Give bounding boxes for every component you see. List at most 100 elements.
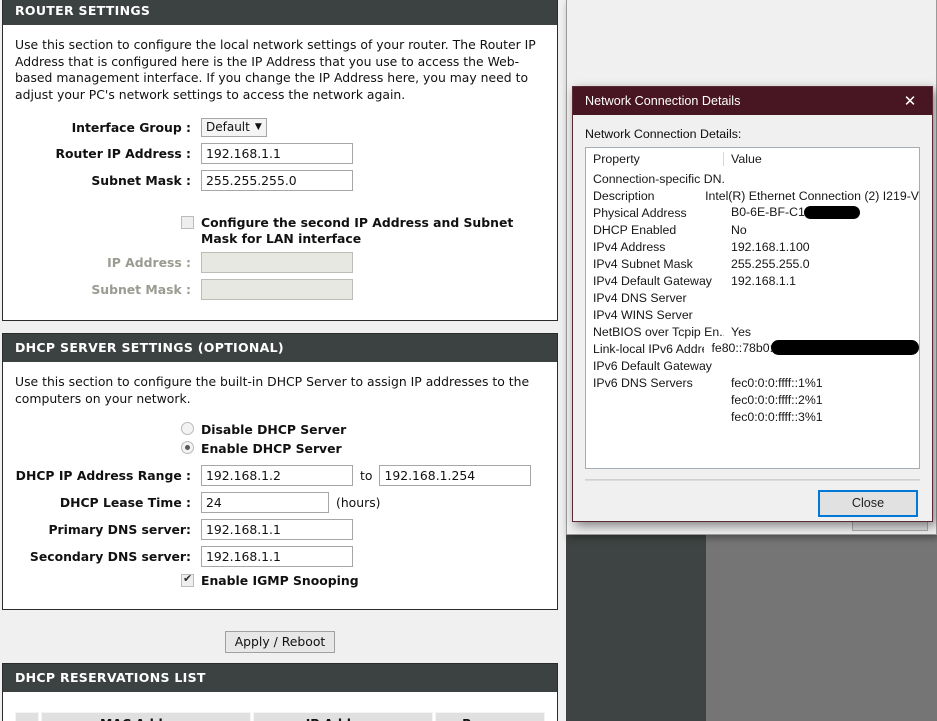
list-item[interactable]: IPv6 Default Gateway bbox=[586, 357, 919, 374]
list-item[interactable]: IPv4 Default Gateway192.168.1.1 bbox=[586, 272, 919, 289]
detail-property: IPv4 WINS Server bbox=[586, 308, 724, 322]
dhcp-range-separator: to bbox=[353, 468, 379, 483]
router-admin-page: ROUTER SETTINGS Use this section to conf… bbox=[0, 0, 566, 721]
second-ip-checkbox[interactable] bbox=[181, 216, 194, 229]
close-icon[interactable]: ✕ bbox=[888, 87, 932, 115]
dialog-title: Network Connection Details bbox=[585, 94, 740, 108]
detail-property: Connection-specific DN... bbox=[586, 172, 724, 186]
router-ip-input[interactable]: 192.168.1.1 bbox=[201, 143, 353, 164]
second-mask-input bbox=[201, 279, 353, 300]
list-item[interactable]: DescriptionIntel(R) Ethernet Connection … bbox=[586, 187, 919, 204]
dhcp-range-label: DHCP IP Address Range : bbox=[15, 468, 201, 483]
enable-dhcp-radio[interactable] bbox=[181, 441, 194, 454]
detail-value: fec0:0:0:ffff::3%1 bbox=[724, 410, 823, 424]
router-ip-label: Router IP Address : bbox=[15, 146, 201, 161]
dhcp-lease-label: DHCP Lease Time : bbox=[15, 495, 201, 510]
secondary-dns-label: Secondary DNS server: bbox=[15, 549, 201, 564]
detail-value: 192.168.1.1 bbox=[724, 274, 796, 288]
list-item[interactable]: fec0:0:0:ffff::2%1 bbox=[586, 391, 919, 408]
listview-header: Property Value bbox=[586, 148, 919, 170]
primary-dns-input[interactable]: 192.168.1.1 bbox=[201, 519, 353, 540]
detail-property: IPv4 Subnet Mask bbox=[586, 257, 724, 271]
detail-property: Description bbox=[586, 189, 698, 203]
detail-property: Physical Address bbox=[586, 206, 724, 220]
redaction-mark bbox=[804, 206, 860, 219]
interface-group-select[interactable]: Default ▼ bbox=[201, 118, 267, 137]
router-settings-panel: ROUTER SETTINGS Use this section to conf… bbox=[2, 0, 558, 321]
detail-value: fe80::78b0: bbox=[704, 341, 919, 356]
router-settings-intro: Use this section to configure the local … bbox=[15, 37, 545, 104]
dhcp-range-end-input[interactable]: 192.168.1.254 bbox=[379, 465, 531, 486]
detail-property: IPv4 Address bbox=[586, 240, 724, 254]
detail-value: 255.255.255.0 bbox=[724, 257, 810, 271]
subnet-mask-label: Subnet Mask : bbox=[15, 173, 201, 188]
list-item[interactable]: Physical AddressB0-6E-BF-C1 bbox=[586, 204, 919, 221]
detail-property: DHCP Enabled bbox=[586, 223, 724, 237]
dhcp-reservations-heading: DHCP RESERVATIONS LIST bbox=[3, 664, 557, 692]
dhcp-server-settings-intro: Use this section to configure the built-… bbox=[15, 374, 545, 407]
detail-value: fec0:0:0:ffff::2%1 bbox=[724, 393, 823, 407]
dialog-close-button[interactable]: Close bbox=[818, 490, 918, 517]
secondary-dns-row: Secondary DNS server: 192.168.1.1 bbox=[15, 546, 545, 567]
second-ip-label: IP Address : bbox=[15, 255, 201, 270]
list-item[interactable]: IPv4 DNS Server bbox=[586, 289, 919, 306]
network-connection-details-dialog: Network Connection Details ✕ Network Con… bbox=[572, 86, 933, 522]
list-item[interactable]: Connection-specific DN... bbox=[586, 170, 919, 187]
column-header-ip-address: IP Address bbox=[253, 712, 433, 721]
dialog-footer: Close bbox=[573, 481, 932, 517]
list-item[interactable]: DHCP EnabledNo bbox=[586, 221, 919, 238]
column-header-property[interactable]: Property bbox=[586, 152, 724, 166]
dhcp-server-settings-heading: DHCP SERVER SETTINGS (OPTIONAL) bbox=[3, 334, 557, 362]
interface-group-value: Default bbox=[206, 119, 250, 136]
column-header-value[interactable]: Value bbox=[724, 152, 762, 166]
detail-property: IPv4 Default Gateway bbox=[586, 274, 724, 288]
subnet-mask-row: Subnet Mask : 255.255.255.0 bbox=[15, 170, 545, 191]
second-ip-checkbox-label: Configure the second IP Address and Subn… bbox=[201, 215, 545, 247]
secondary-dns-input[interactable]: 192.168.1.1 bbox=[201, 546, 353, 567]
dhcp-range-start-input[interactable]: 192.168.1.2 bbox=[201, 465, 353, 486]
primary-dns-label: Primary DNS server: bbox=[15, 522, 201, 537]
redaction-mark bbox=[771, 340, 919, 355]
dhcp-server-settings-panel: DHCP SERVER SETTINGS (OPTIONAL) Use this… bbox=[2, 333, 558, 609]
dhcp-lease-row: DHCP Lease Time : 24 (hours) bbox=[15, 492, 545, 513]
disable-dhcp-label: Disable DHCP Server bbox=[201, 422, 346, 437]
list-item[interactable]: Link-local IPv6 Addressfe80::78b0: bbox=[586, 340, 919, 357]
enable-dhcp-row: Enable DHCP Server bbox=[15, 441, 545, 457]
dhcp-lease-units: (hours) bbox=[329, 495, 388, 510]
subnet-mask-input[interactable]: 255.255.255.0 bbox=[201, 170, 353, 191]
list-item[interactable]: IPv6 DNS Serversfec0:0:0:ffff::1%1 bbox=[586, 374, 919, 391]
detail-property: NetBIOS over Tcpip En... bbox=[586, 325, 724, 339]
list-item[interactable]: IPv4 Address192.168.1.100 bbox=[586, 238, 919, 255]
dhcp-lease-input[interactable]: 24 bbox=[201, 492, 329, 513]
list-item[interactable]: fec0:0:0:ffff::3%1 bbox=[586, 408, 919, 425]
list-item[interactable]: IPv4 WINS Server bbox=[586, 306, 919, 323]
interface-group-row: Interface Group : Default ▼ bbox=[15, 118, 545, 137]
disable-dhcp-row: Disable DHCP Server bbox=[15, 422, 545, 438]
enable-dhcp-label: Enable DHCP Server bbox=[201, 441, 342, 456]
dialog-caption: Network Connection Details: bbox=[585, 127, 920, 141]
dhcp-reservations-table: MAC Address IP Address Remove bbox=[13, 710, 547, 721]
dhcp-reservations-panel: DHCP RESERVATIONS LIST MAC Address IP Ad… bbox=[2, 663, 558, 721]
column-header-select bbox=[15, 712, 39, 721]
detail-value: No bbox=[724, 223, 747, 237]
igmp-checkbox[interactable] bbox=[181, 574, 194, 587]
second-mask-label: Subnet Mask : bbox=[15, 282, 201, 297]
listview-rows: Connection-specific DN...DescriptionInte… bbox=[586, 170, 919, 425]
second-mask-row: Subnet Mask : bbox=[15, 279, 545, 300]
detail-value: Intel(R) Ethernet Connection (2) I219-V bbox=[698, 189, 919, 203]
detail-property: Link-local IPv6 Address bbox=[586, 342, 704, 356]
dialog-title-bar: Network Connection Details ✕ bbox=[573, 87, 932, 115]
connection-details-listview[interactable]: Property Value Connection-specific DN...… bbox=[585, 147, 920, 469]
list-item[interactable]: NetBIOS over Tcpip En...Yes bbox=[586, 323, 919, 340]
disable-dhcp-radio[interactable] bbox=[181, 422, 194, 435]
detail-property: IPv6 Default Gateway bbox=[586, 359, 724, 373]
list-item[interactable]: IPv4 Subnet Mask255.255.255.0 bbox=[586, 255, 919, 272]
column-header-remove: Remove bbox=[435, 712, 545, 721]
detail-property: IPv6 DNS Servers bbox=[586, 376, 724, 390]
apply-reboot-button[interactable]: Apply / Reboot bbox=[225, 631, 336, 653]
table-header-row: MAC Address IP Address Remove bbox=[15, 712, 545, 721]
second-ip-row: IP Address : bbox=[15, 252, 545, 273]
igmp-row: Enable IGMP Snooping bbox=[15, 573, 545, 590]
detail-value: 192.168.1.100 bbox=[724, 240, 810, 254]
dhcp-range-row: DHCP IP Address Range : 192.168.1.2 to 1… bbox=[15, 465, 545, 486]
